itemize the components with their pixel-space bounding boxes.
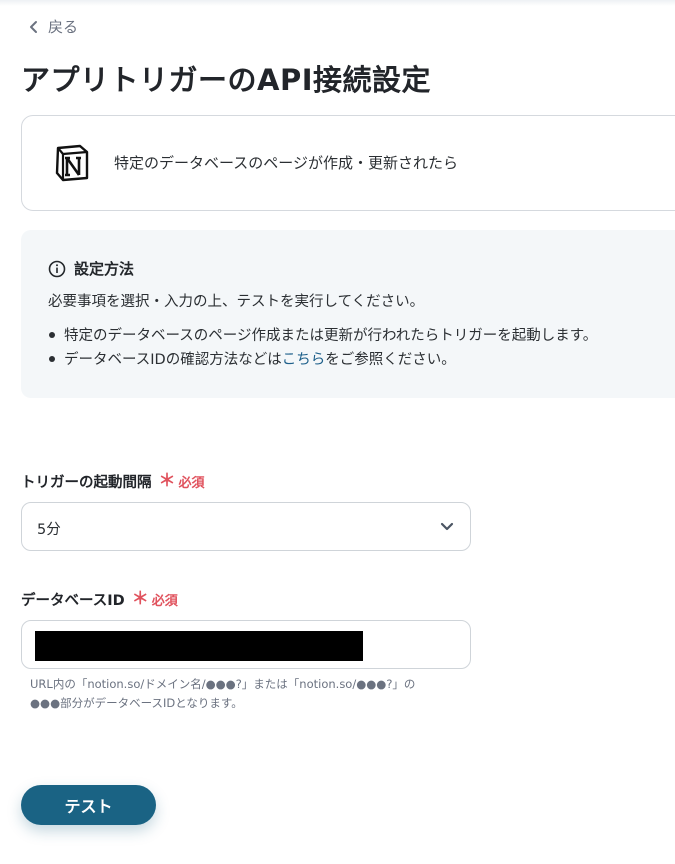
back-label: 戻る — [48, 18, 79, 36]
required-text: 必須 — [178, 476, 205, 491]
notion-logo-icon — [55, 144, 89, 182]
interval-select[interactable]: 5分 — [21, 502, 471, 551]
info-icon — [48, 260, 66, 277]
redacted-value — [35, 631, 363, 661]
bullet2-prefix: データベースIDの確認方法などは — [64, 352, 282, 368]
hint-line-1: URL内の「notion.so/ドメイン名/●●●?」または「notion.so… — [30, 677, 416, 691]
required-badge: ＊ 必須 — [158, 471, 205, 492]
interval-label-text: トリガーの起動間隔 — [21, 475, 152, 491]
required-badge: ＊ 必須 — [131, 589, 178, 610]
bullet2-suffix: をご参照ください。 — [325, 352, 456, 368]
database-id-label-text: データベースID — [21, 593, 125, 609]
chevron-down-icon — [440, 522, 454, 531]
database-id-input[interactable] — [21, 620, 471, 669]
info-title: 設定方法 — [48, 258, 134, 279]
interval-label: トリガーの起動間隔 ＊ 必須 — [21, 471, 205, 492]
required-asterisk: ＊ — [158, 471, 176, 491]
info-bullet-1: 特定のデータベースのページ作成または更新が行われたらトリガーを起動します。 — [48, 324, 597, 348]
database-id-label: データベースID ＊ 必須 — [21, 589, 178, 610]
top-shadow-band — [0, 0, 675, 6]
info-title-text: 設定方法 — [74, 260, 135, 278]
interval-select-value: 5分 — [37, 522, 61, 538]
back-link[interactable]: 戻る — [28, 16, 78, 37]
test-button[interactable]: テスト — [21, 785, 156, 825]
info-description: 必要事項を選択・入力の上、テストを実行してください。 — [48, 294, 425, 310]
chevron-left-icon — [30, 20, 37, 33]
required-asterisk: ＊ — [131, 589, 149, 609]
info-bullet-2: データベースIDの確認方法などはこちらをご参照ください。 — [48, 348, 597, 372]
info-bullet-list: 特定のデータベースのページ作成または更新が行われたらトリガーを起動します。 デー… — [48, 324, 597, 372]
page-title: アプリトリガーのAPI接続設定 — [21, 63, 431, 97]
app-trigger-card: 特定のデータベースのページが作成・更新されたら — [21, 115, 675, 211]
setup-instructions-box: 設定方法 必要事項を選択・入力の上、テストを実行してください。 特定のデータベー… — [21, 230, 675, 398]
trigger-description: 特定のデータベースのページが作成・更新されたら — [114, 154, 458, 172]
help-link[interactable]: こちら — [282, 352, 326, 368]
required-text: 必須 — [151, 594, 178, 609]
hint-line-2: ●●●部分がデータベースIDとなります。 — [30, 696, 243, 710]
database-id-hint: URL内の「notion.so/ドメイン名/●●●?」または「notion.so… — [30, 675, 415, 713]
